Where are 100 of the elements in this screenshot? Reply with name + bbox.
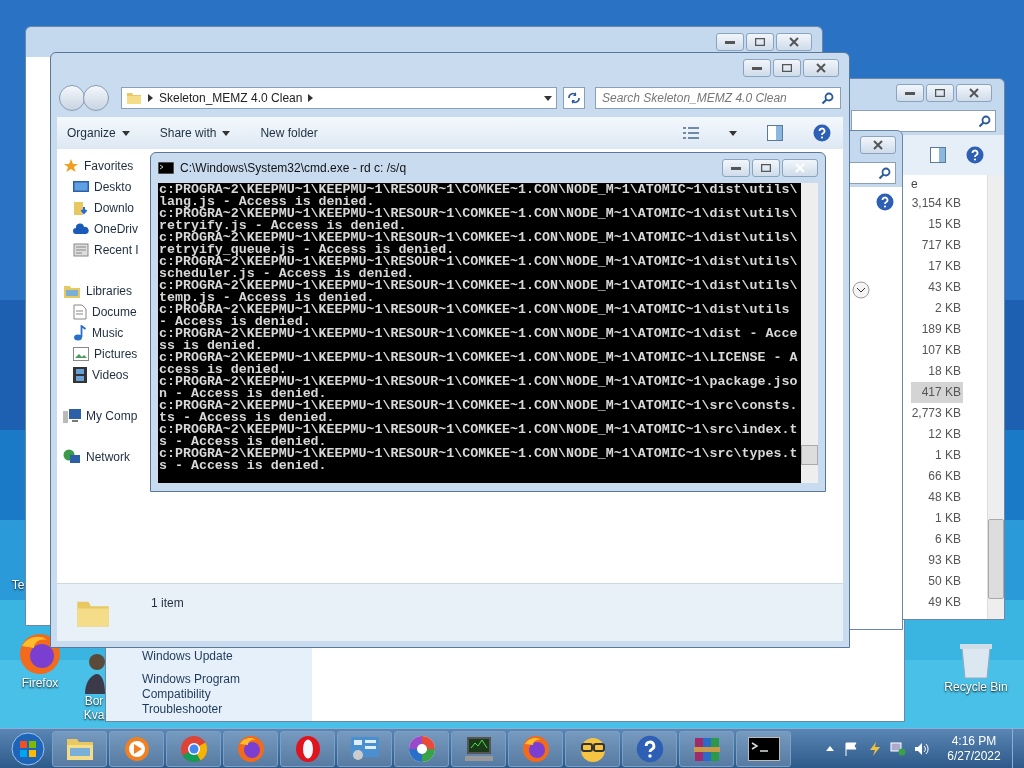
size-cell[interactable]: 417 KB: [911, 382, 963, 403]
taskbar-button[interactable]: [394, 730, 449, 767]
nav-item-label[interactable]: Videos: [92, 365, 129, 384]
taskbar-button[interactable]: [280, 730, 335, 767]
column-header[interactable]: e: [911, 175, 963, 193]
console-line: n - Access is denied.: [159, 388, 327, 400]
nav-item-label[interactable]: Recent I: [94, 240, 139, 259]
nav-item[interactable]: OneDriv: [63, 218, 151, 239]
nav-group[interactable]: Favorites: [63, 155, 151, 176]
size-cell[interactable]: 717 KB: [911, 235, 963, 256]
size-cell[interactable]: 2 KB: [911, 298, 963, 319]
toolbar-button[interactable]: Organize: [67, 124, 130, 142]
close-button[interactable]: [860, 136, 896, 154]
close-button[interactable]: [776, 33, 812, 51]
view-options-icon[interactable]: [683, 127, 699, 139]
size-cell[interactable]: 1 KB: [911, 445, 963, 466]
nav-item[interactable]: Deskto: [63, 176, 151, 197]
nav-item-label[interactable]: Docume: [92, 302, 137, 321]
console-icon: [158, 162, 174, 174]
breadcrumb[interactable]: Skeleton_MEMZ 4.0 Clean: [159, 89, 303, 107]
help-icon[interactable]: [966, 146, 984, 164]
size-cell[interactable]: 15 KB: [911, 214, 963, 235]
help-icon[interactable]: [813, 124, 831, 142]
speaker-icon[interactable]: [914, 741, 930, 756]
console-line: c:PROGRA~2\KEEPMU~1\KEEPMU~1\RESOUR~1\COMKEE~1.CON\NODE_M~1\ATOMIC~1\dist\utils\: [159, 280, 799, 292]
toolbar-button[interactable]: Share with: [159, 124, 231, 142]
nav-group-label[interactable]: Libraries: [86, 281, 133, 300]
size-cell[interactable]: 50 KB: [911, 571, 963, 592]
minimize-button[interactable]: [722, 159, 750, 177]
taskbar-button[interactable]: [736, 730, 791, 767]
refresh-icon: [567, 92, 581, 104]
clock-date[interactable]: 6/27/2022: [947, 748, 1001, 764]
search-field[interactable]: Search Skeleton_MEMZ 4.0 Clean: [595, 87, 841, 109]
nav-item-label[interactable]: Downlo: [94, 198, 135, 217]
nav-item[interactable]: Downlo: [63, 197, 151, 218]
task-link[interactable]: Windows Program Compatibility Troubleshooter: [142, 672, 276, 717]
taskbar-button[interactable]: [565, 730, 620, 767]
network-status-icon[interactable]: [890, 741, 906, 756]
nav-item-label[interactable]: Deskto: [94, 177, 132, 196]
search-field[interactable]: [848, 162, 896, 184]
task-link[interactable]: Windows Update: [142, 649, 276, 664]
close-button[interactable]: [956, 84, 992, 102]
chrome-icon: [179, 734, 208, 763]
console-line: temp.js - Access is denied.: [159, 292, 375, 304]
nav-item[interactable]: Videos: [63, 364, 151, 385]
close-button[interactable]: [803, 59, 839, 77]
nav-item-label[interactable]: OneDriv: [94, 219, 138, 238]
scrollbar[interactable]: [987, 175, 1004, 619]
size-cell[interactable]: 6 KB: [911, 529, 963, 550]
size-cell[interactable]: 18 KB: [911, 361, 963, 382]
nav-group-label[interactable]: My Comp: [86, 406, 138, 425]
refresh-button[interactable]: [563, 87, 585, 109]
address-field[interactable]: Skeleton_MEMZ 4.0 Clean: [121, 87, 557, 109]
maximize-button[interactable]: [773, 59, 801, 77]
toolbar-button[interactable]: New folder: [260, 124, 318, 142]
size-cell[interactable]: 43 KB: [911, 277, 963, 298]
nav-item-label[interactable]: Pictures: [94, 344, 138, 363]
size-cell[interactable]: 3,154 KB: [911, 193, 963, 214]
lightning-icon[interactable]: [868, 741, 882, 756]
flag-icon[interactable]: [844, 741, 858, 756]
size-cell[interactable]: 2,773 KB: [911, 403, 963, 424]
preview-pane-icon[interactable]: [767, 125, 783, 141]
nav-item[interactable]: Pictures: [63, 343, 151, 364]
size-cell[interactable]: 48 KB: [911, 487, 963, 508]
network-icon: [63, 448, 81, 465]
help-icon: [635, 734, 664, 763]
nav-group[interactable]: Network: [63, 446, 151, 467]
taskbar-button[interactable]: [451, 730, 506, 767]
size-cell[interactable]: 107 KB: [911, 340, 963, 361]
preview-pane-icon[interactable]: [930, 147, 946, 163]
size-cell[interactable]: 49 KB: [911, 592, 963, 613]
nav-item[interactable]: Music: [63, 322, 151, 343]
nav-item-label[interactable]: Music: [92, 323, 124, 342]
search-field[interactable]: [851, 110, 996, 132]
console-icon: [747, 736, 780, 761]
minimize-button[interactable]: [743, 59, 771, 77]
nav-group[interactable]: Libraries: [63, 280, 151, 301]
chevron-up-icon[interactable]: [826, 746, 834, 751]
nav-item[interactable]: Docume: [63, 301, 151, 322]
nav-group-label[interactable]: Network: [86, 447, 130, 466]
minimize-button[interactable]: [716, 33, 744, 51]
clock[interactable]: 4:16 PM 6/27/2022: [938, 733, 1010, 764]
nav-group-label[interactable]: Favorites: [84, 156, 134, 175]
size-cell[interactable]: 12 KB: [911, 424, 963, 445]
minimize-button[interactable]: [896, 84, 924, 102]
nav-group[interactable]: My Comp: [63, 405, 151, 426]
chevron-circle-icon[interactable]: [852, 281, 870, 299]
size-cell[interactable]: 66 KB: [911, 466, 963, 487]
size-cell[interactable]: 189 KB: [911, 319, 963, 340]
maximize-button[interactable]: [926, 84, 954, 102]
help-icon[interactable]: [876, 193, 894, 211]
size-cell[interactable]: 1 KB: [911, 508, 963, 529]
maximize-button[interactable]: [752, 159, 780, 177]
clock-time[interactable]: 4:16 PM: [951, 733, 997, 749]
size-cell[interactable]: 17 KB: [911, 256, 963, 277]
nav-item[interactable]: Recent I: [63, 239, 151, 260]
taskbar-button[interactable]: [622, 730, 677, 767]
scrollbar[interactable]: [801, 183, 818, 483]
size-cell[interactable]: 93 KB: [911, 550, 963, 571]
maximize-button[interactable]: [746, 33, 774, 51]
